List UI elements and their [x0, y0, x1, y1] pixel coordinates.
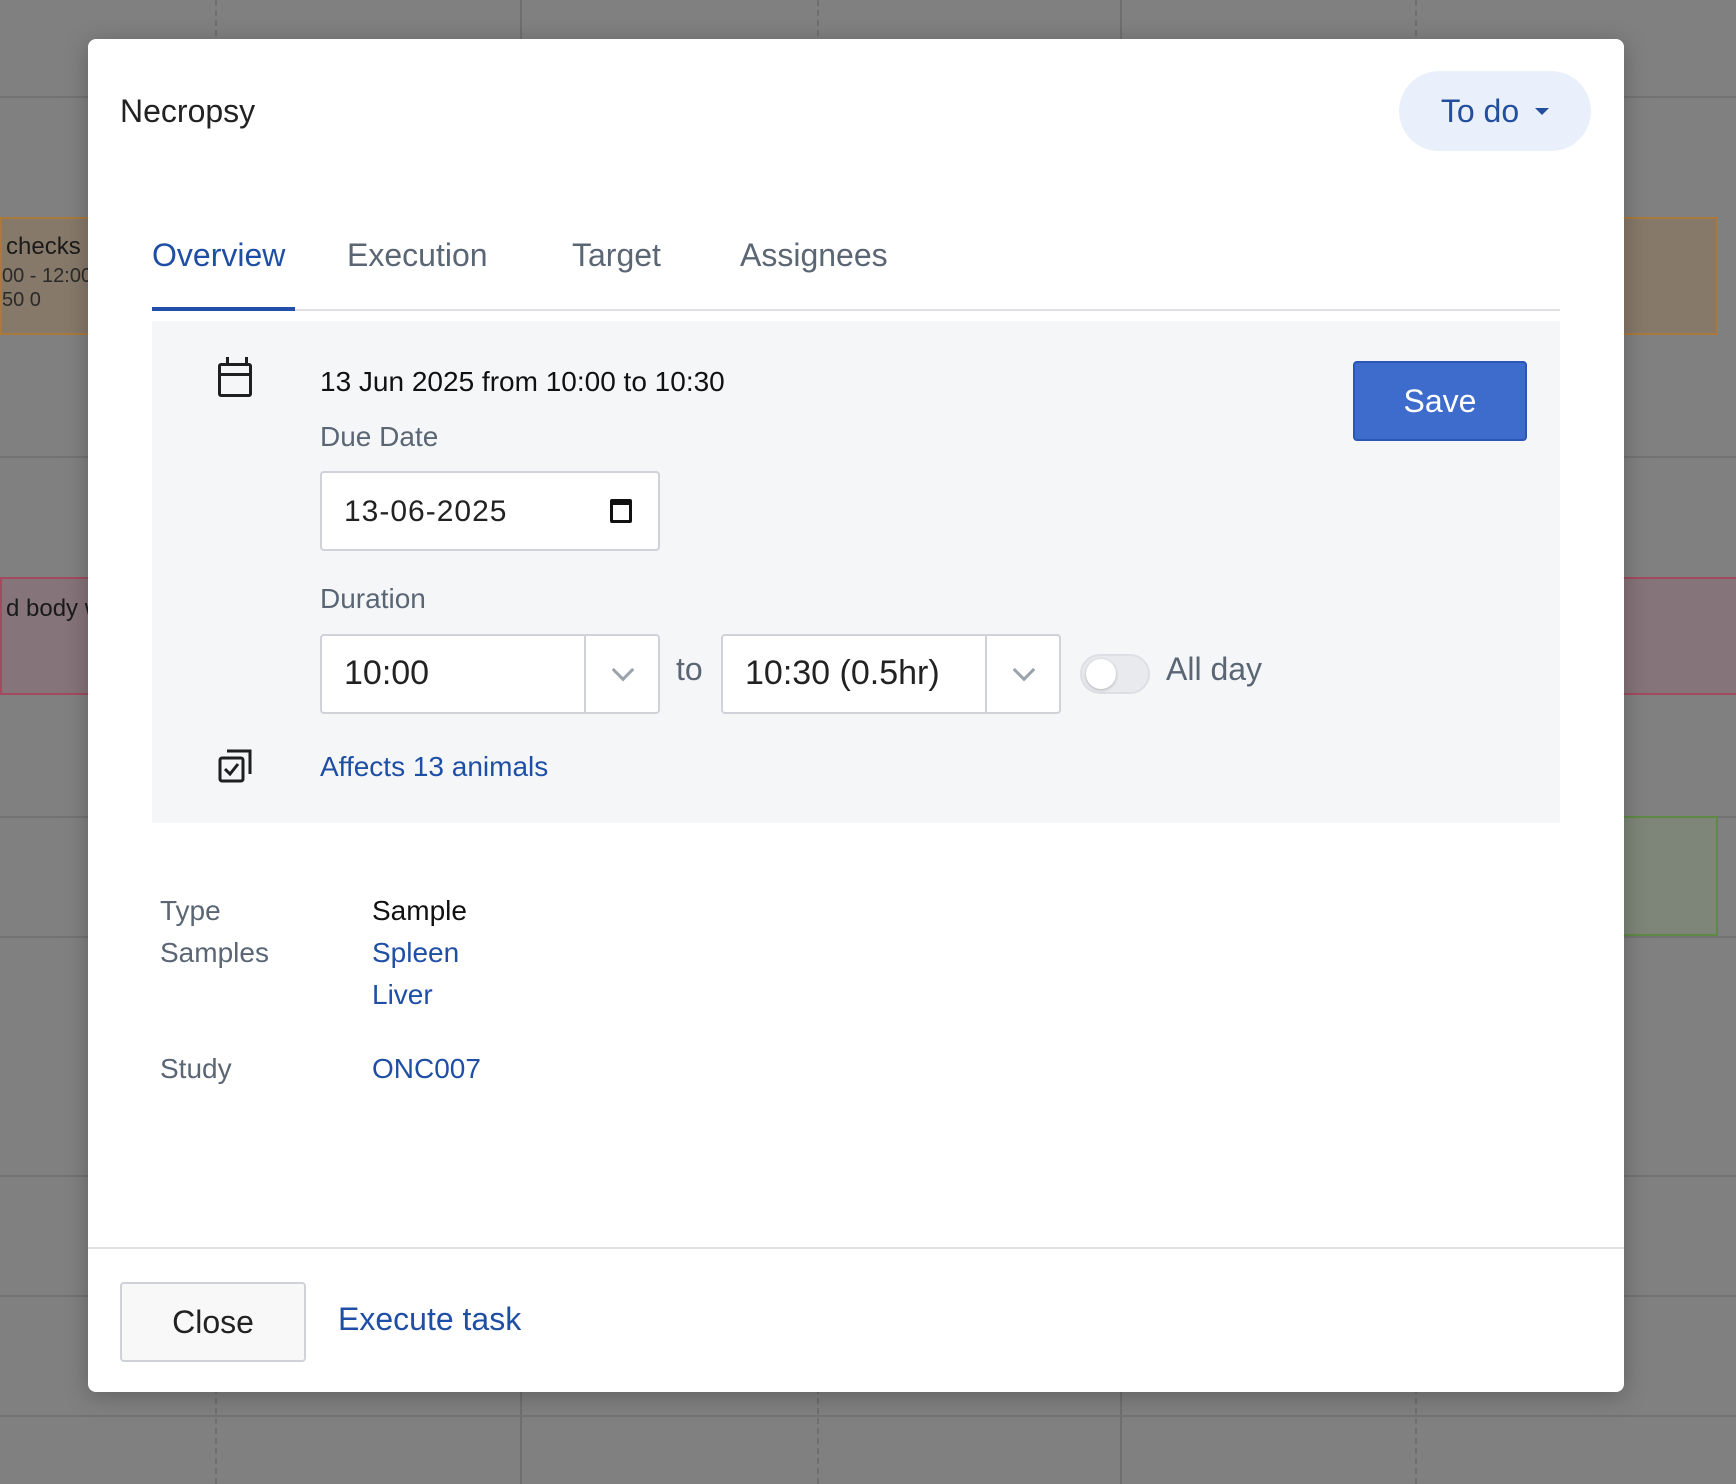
end-time-select[interactable]: 10:30 (0.5hr) — [721, 634, 1061, 714]
tab-execution[interactable]: Execution — [347, 237, 488, 274]
start-time-value: 10:00 — [344, 654, 430, 692]
calendar-event[interactable] — [1620, 816, 1718, 936]
affected-animals-link[interactable]: Affects 13 animals — [320, 751, 548, 783]
active-tab-indicator — [152, 307, 295, 311]
start-time-select[interactable]: 10:00 — [320, 634, 660, 714]
due-date-input[interactable]: 13-06-2025 — [320, 471, 660, 551]
samples-label: Samples — [160, 937, 269, 968]
study-label: Study — [160, 1053, 232, 1084]
tab-bar: Overview Execution Target Assignees — [152, 189, 1560, 311]
duration-label: Duration — [320, 583, 426, 614]
select-divider — [584, 636, 586, 712]
schedule-panel: 13 Jun 2025 from 10:00 to 10:30 Due Date… — [152, 321, 1560, 823]
modal-title: Necropsy — [120, 93, 256, 129]
due-date-label: Due Date — [320, 421, 439, 452]
event-time: 00 - 12:00 — [2, 265, 93, 287]
tab-overview[interactable]: Overview — [152, 237, 285, 274]
calendar-event[interactable] — [1620, 217, 1718, 335]
to-label: to — [676, 651, 703, 687]
calendar-icon — [218, 357, 252, 397]
toggle-knob — [1086, 659, 1116, 689]
schedule-summary: 13 Jun 2025 from 10:00 to 10:30 — [320, 366, 725, 397]
study-link[interactable]: ONC007 — [372, 1053, 481, 1085]
save-button[interactable]: Save — [1353, 361, 1527, 441]
event-meta: 50 0 — [2, 289, 41, 311]
task-modal: Necropsy To do Overview Execution Target… — [88, 39, 1624, 1392]
due-date-value: 13-06-2025 — [344, 495, 508, 528]
type-label: Type — [160, 895, 221, 926]
all-day-toggle[interactable] — [1080, 654, 1150, 694]
footer-divider — [88, 1247, 1624, 1249]
execute-task-link[interactable]: Execute task — [338, 1301, 521, 1338]
status-label: To do — [1440, 92, 1520, 129]
tab-target[interactable]: Target — [572, 237, 661, 274]
select-divider — [985, 636, 987, 712]
close-button[interactable]: Close — [120, 1282, 306, 1362]
chevron-down-icon[interactable] — [611, 658, 635, 682]
chevron-down-icon[interactable] — [1012, 658, 1036, 682]
caret-down-icon — [1535, 107, 1550, 115]
end-time-value: 10:30 (0.5hr) — [745, 654, 940, 692]
tab-assignees[interactable]: Assignees — [740, 237, 888, 274]
date-picker-icon[interactable] — [610, 499, 632, 523]
sample-link[interactable]: Spleen — [372, 937, 459, 969]
multi-check-icon — [218, 749, 252, 783]
all-day-label: All day — [1166, 651, 1263, 687]
calendar-gridline — [0, 1415, 1736, 1417]
calendar-event[interactable] — [1620, 577, 1736, 695]
event-title: checks — [6, 233, 81, 260]
type-value: Sample — [372, 895, 467, 926]
sample-link[interactable]: Liver — [372, 979, 433, 1011]
status-dropdown[interactable]: To do — [1399, 71, 1591, 151]
